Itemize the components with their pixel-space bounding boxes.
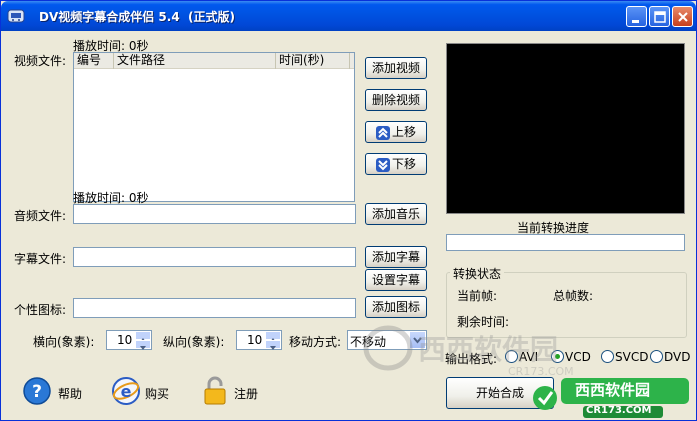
svg-text:?: ? — [32, 382, 42, 402]
video-file-label: 视频文件: — [14, 54, 67, 68]
output-format-label: 输出格式: — [445, 352, 498, 366]
add-logo-button[interactable]: 添加图标 — [365, 296, 427, 318]
vertical-value: 10 — [247, 333, 263, 347]
video-file-list[interactable]: 编号 文件路径 时间(秒) — [73, 52, 355, 202]
brand-sub: CR173.COM — [586, 405, 652, 416]
move-up-label: 上移 — [391, 125, 416, 139]
column-file-path[interactable]: 文件路径 — [114, 53, 276, 69]
logo-file-field[interactable] — [73, 298, 356, 318]
column-number[interactable]: 编号 — [74, 53, 114, 69]
main-window: DV视频字幕合成伴侣 5.4 (正式版) 播放时间: 0秒 视频文件: 编号 文… — [0, 0, 697, 421]
svg-text:e: e — [121, 382, 132, 401]
spin-up-icon[interactable] — [265, 331, 281, 342]
double-chevron-up-icon — [375, 125, 390, 140]
move-mode-label: 移动方式: — [289, 335, 342, 349]
move-mode-value: 不移动 — [350, 335, 387, 349]
radio-vcd[interactable] — [551, 350, 564, 363]
register-link[interactable]: 注册 — [234, 385, 258, 402]
move-up-button[interactable]: 上移 — [365, 121, 427, 143]
title-bar[interactable]: DV视频字幕合成伴侣 5.4 (正式版) — [1, 1, 696, 31]
radio-dvd[interactable] — [650, 350, 663, 363]
add-subtitle-button[interactable]: 添加字幕 — [365, 246, 427, 268]
maximize-icon — [654, 11, 666, 23]
radio-svcd[interactable] — [601, 350, 614, 363]
subtitle-file-label: 字幕文件: — [14, 252, 67, 266]
logo-label: 个性图标: — [14, 303, 67, 317]
audio-file-label: 音频文件: — [14, 209, 67, 223]
add-video-button[interactable]: 添加视频 — [365, 57, 427, 79]
buy-icon[interactable]: e — [111, 376, 141, 406]
minimize-button[interactable] — [626, 6, 647, 27]
buy-link[interactable]: 购买 — [145, 385, 169, 402]
radio-svcd-label[interactable]: SVCD — [615, 350, 648, 364]
move-down-button[interactable]: 下移 — [365, 153, 427, 175]
vertical-arrows[interactable] — [265, 331, 281, 350]
radio-vcd-label[interactable]: VCD — [565, 350, 591, 364]
audio-file-field[interactable] — [73, 204, 356, 224]
spin-down-icon[interactable] — [265, 340, 281, 350]
horizontal-stepper[interactable]: 10 — [106, 330, 152, 350]
horizontal-arrows[interactable] — [135, 331, 151, 350]
radio-dvd-label[interactable]: DVD — [664, 350, 690, 364]
app-icon — [7, 9, 25, 23]
total-frames-label: 总帧数: — [553, 289, 594, 303]
radio-avi-label[interactable]: AVI — [519, 350, 538, 364]
close-button[interactable] — [672, 6, 693, 27]
spin-up-icon[interactable] — [135, 331, 151, 342]
subtitle-settings-button[interactable]: 设置字幕 — [365, 269, 427, 291]
spin-down-icon[interactable] — [135, 340, 151, 350]
window-title: DV视频字幕合成伴侣 5.4 (正式版) — [39, 10, 236, 24]
help-link[interactable]: 帮助 — [58, 385, 82, 402]
subtitle-file-field[interactable] — [73, 247, 356, 267]
column-duration[interactable]: 时间(秒) — [276, 53, 350, 69]
brand-name: 西西软件园 — [575, 381, 651, 399]
status-group-title: 转换状态 — [450, 265, 505, 282]
remaining-time-label: 剩余时间: — [457, 315, 510, 329]
chevron-down-icon[interactable] — [409, 331, 426, 349]
video-preview — [446, 43, 685, 214]
add-music-button[interactable]: 添加音乐 — [365, 203, 427, 225]
maximize-button[interactable] — [649, 6, 670, 27]
close-icon — [678, 12, 688, 22]
delete-video-button[interactable]: 删除视频 — [365, 89, 427, 111]
horizontal-value: 10 — [117, 333, 133, 347]
vertical-stepper[interactable]: 10 — [236, 330, 282, 350]
lock-icon[interactable] — [200, 376, 230, 406]
move-mode-select[interactable]: 不移动 — [347, 330, 427, 350]
conversion-progress-bar — [446, 234, 685, 251]
vertical-label: 纵向(象素): — [163, 335, 225, 349]
radio-avi[interactable] — [505, 350, 518, 363]
video-list-header: 编号 文件路径 时间(秒) — [74, 53, 354, 69]
horizontal-label: 横向(象素): — [33, 335, 95, 349]
move-down-label: 下移 — [391, 157, 416, 171]
double-chevron-down-icon — [375, 157, 390, 172]
help-icon[interactable]: ? — [22, 376, 52, 406]
minimize-icon — [632, 20, 639, 23]
current-frame-label: 当前帧: — [457, 289, 498, 303]
